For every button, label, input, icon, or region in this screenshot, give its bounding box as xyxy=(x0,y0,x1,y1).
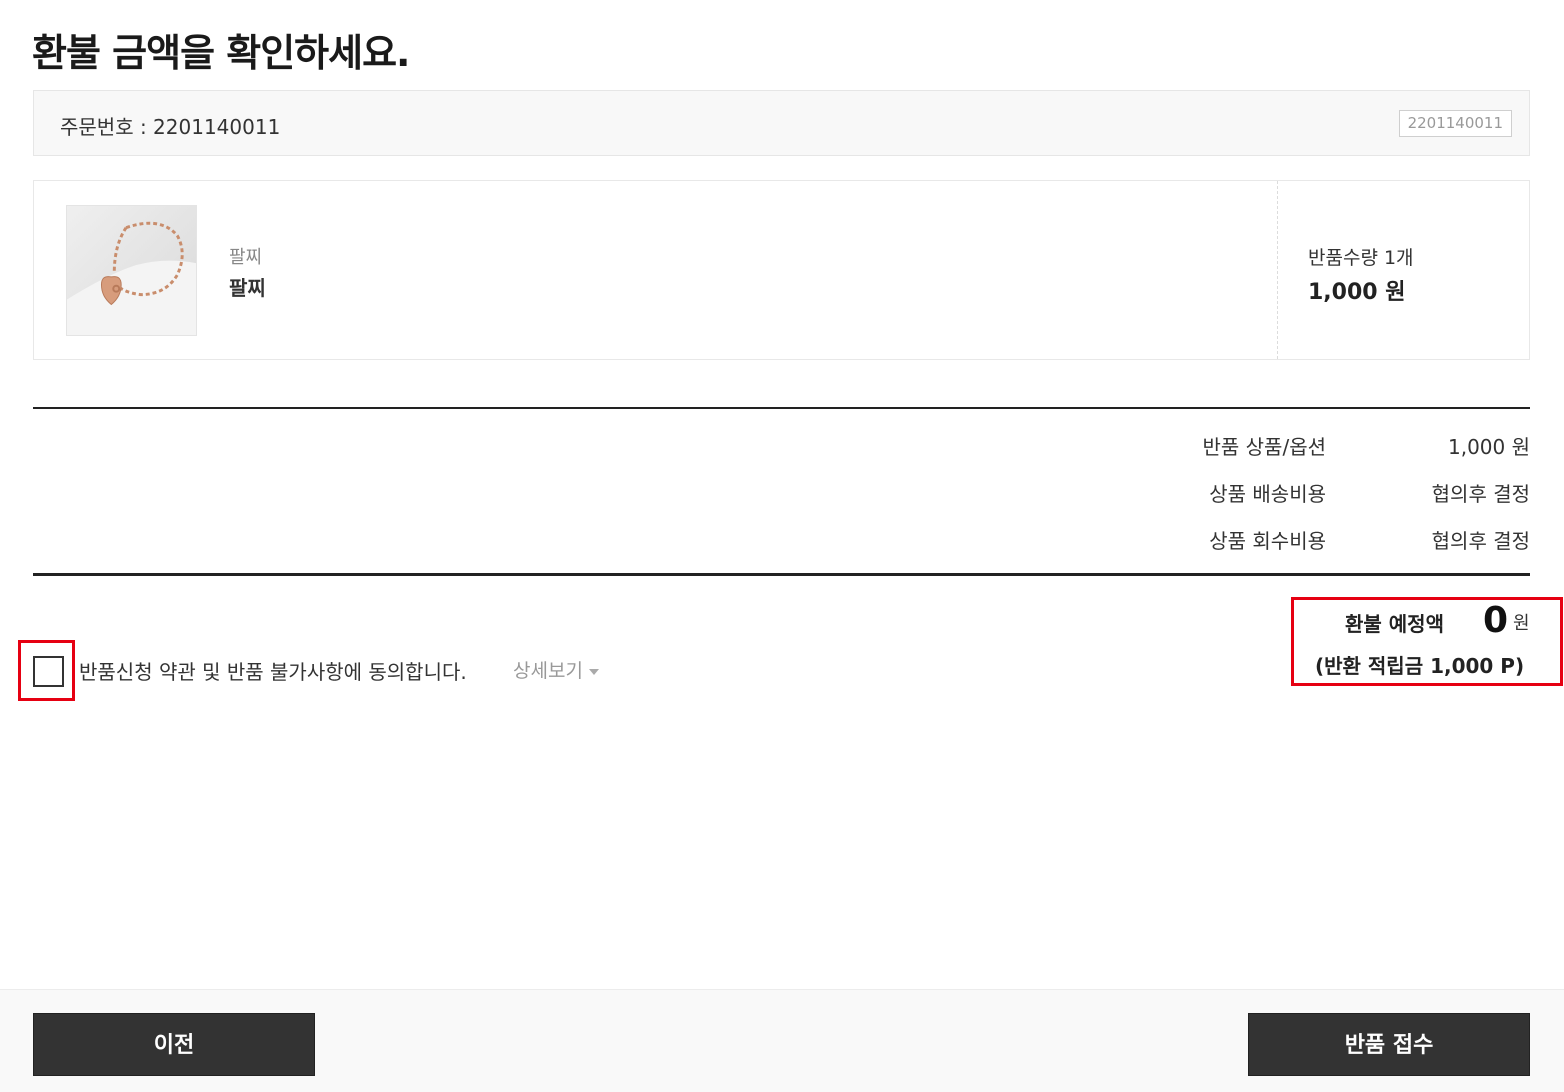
bracelet-image xyxy=(66,205,197,336)
product-name: 팔찌 xyxy=(229,276,266,300)
refund-estimate-panel: 환불 예정액 0 원 (반환 적립금 1,000 P) xyxy=(1291,597,1563,686)
summary-top-divider xyxy=(33,407,1530,409)
agree-checkbox[interactable] xyxy=(33,656,64,687)
summary-row-label: 상품 회수비용 xyxy=(1209,529,1326,553)
summary-row-value: 협의후 결정 xyxy=(1431,529,1530,553)
agree-label[interactable]: 반품신청 약관 및 반품 불가사항에 동의합니다. xyxy=(79,656,467,685)
refund-estimate-amount: 0 xyxy=(1483,600,1509,641)
refund-points: (반환 적립금 1,000 P) xyxy=(1315,654,1525,678)
caret-down-icon xyxy=(588,668,599,675)
page-title: 환불 금액을 확인하세요. xyxy=(32,31,410,75)
refund-estimate-unit: 원 xyxy=(1513,613,1530,634)
product-price: 1,000 원 xyxy=(1308,280,1406,305)
order-number-label: 주문번호 : 2201140011 xyxy=(60,115,281,139)
previous-button[interactable]: 이전 xyxy=(33,1013,315,1076)
agree-highlight xyxy=(18,640,75,701)
summary-row: 상품 배송비용 협의후 결정 xyxy=(0,478,1530,508)
product-card: 팔찌 팔찌 반품수량 1개 1,000 원 xyxy=(33,180,1530,360)
product-category: 팔찌 xyxy=(229,247,263,268)
view-details-link[interactable]: 상세보기 xyxy=(513,656,599,683)
view-details-label: 상세보기 xyxy=(513,660,583,682)
summary-row: 반품 상품/옵션 1,000 원 xyxy=(0,431,1531,461)
summary-row-label: 반품 상품/옵션 xyxy=(1202,435,1327,459)
bracelet-illustration xyxy=(67,221,196,335)
return-quantity: 반품수량 1개 xyxy=(1308,247,1414,269)
order-number-chip: 2201140011 xyxy=(1398,110,1512,137)
summary-bottom-divider xyxy=(33,573,1530,576)
refund-estimate-label: 환불 예정액 xyxy=(1345,612,1444,636)
summary-row-value: 협의후 결정 xyxy=(1431,482,1530,506)
product-divider xyxy=(1277,181,1278,359)
submit-return-button[interactable]: 반품 접수 xyxy=(1248,1013,1530,1076)
summary-row-label: 상품 배송비용 xyxy=(1209,482,1326,506)
summary-row-value: 1,000 원 xyxy=(1447,435,1530,459)
order-number-panel: 주문번호 : 2201140011 2201140011 xyxy=(33,90,1530,156)
summary-row: 상품 회수비용 협의후 결정 xyxy=(0,525,1530,555)
